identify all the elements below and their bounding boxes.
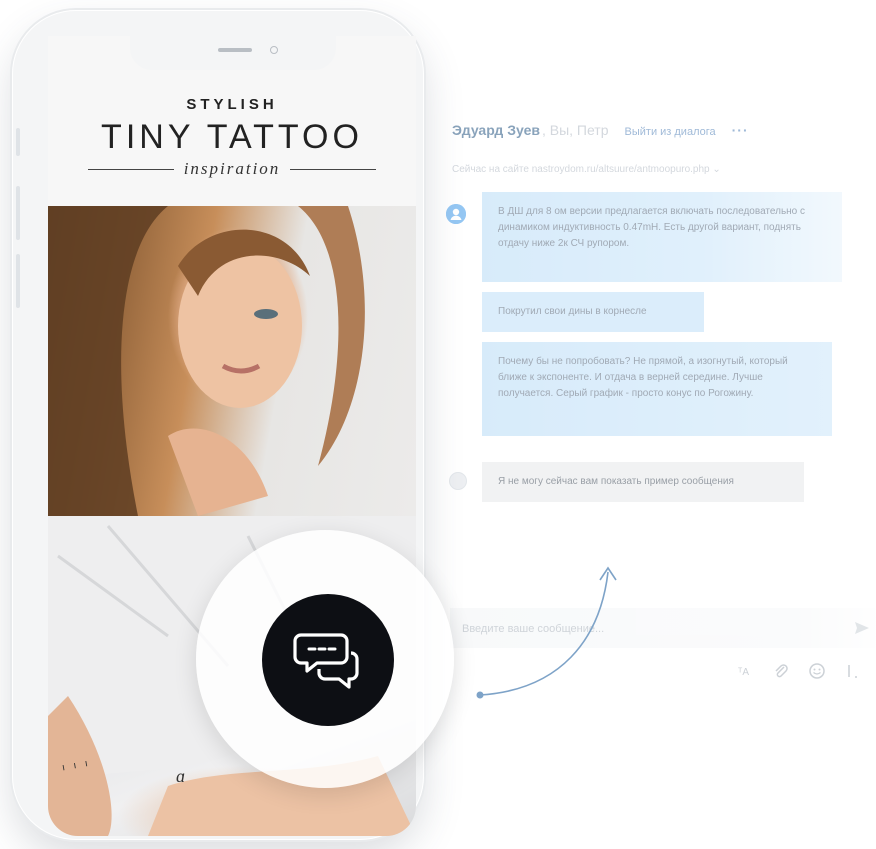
smile-icon[interactable] — [808, 662, 826, 680]
more-options-icon[interactable]: ··· — [732, 122, 749, 138]
brand-title: TINY TATTOO — [101, 118, 363, 156]
message-composer — [450, 608, 876, 650]
phone-side-button — [16, 128, 20, 156]
brand-subtitle: inspiration — [183, 159, 281, 178]
composer-toolbar: ᵀA — [736, 662, 862, 680]
divider — [88, 168, 174, 170]
user-icon — [446, 204, 466, 224]
chat-bubbles-icon — [293, 633, 359, 689]
paperclip-icon[interactable] — [772, 662, 790, 680]
phone-side-button — [16, 186, 20, 240]
send-icon[interactable] — [854, 620, 870, 636]
online-status: Сейчас на сайте nastroydom.ru/altsuure/a… — [452, 164, 721, 175]
message-bubble[interactable]: Покрутил свои дины в корнесле — [482, 292, 704, 332]
message-text: Почему бы не попробовать? Не прямой, а и… — [498, 356, 788, 399]
svg-text:ᵀA: ᵀA — [738, 667, 749, 678]
sender-avatar[interactable] — [446, 204, 466, 224]
phone-notch — [130, 36, 336, 70]
chat-participants: , Вы, Петр — [541, 122, 609, 138]
camera-lens — [270, 46, 278, 54]
chat-header: Эдуард Зуев , Вы, Петр Выйти из диалога … — [452, 122, 749, 138]
message-input[interactable] — [460, 608, 844, 650]
own-avatar[interactable] — [449, 472, 467, 490]
message-text: Я не могу сейчас вам показать пример соо… — [498, 476, 734, 487]
chat-launcher-button[interactable] — [262, 594, 394, 726]
message-text: Покрутил свои дины в корнесле — [498, 306, 647, 317]
brand-subtitle-row: inspiration — [88, 158, 376, 180]
message-text: В ДШ для 8 ом версии предлагается включа… — [498, 206, 806, 249]
speaker-grille — [218, 48, 252, 52]
phone-side-button — [16, 254, 20, 308]
microphone-icon[interactable] — [844, 662, 862, 680]
hip-tattoo: ɑ — [176, 766, 185, 786]
divider — [290, 168, 376, 170]
leave-dialog-link[interactable]: Выйти из диалога — [625, 126, 716, 138]
model-portrait-photo[interactable] — [48, 206, 416, 516]
brand-kicker: STYLISH — [186, 96, 278, 113]
message-bubble[interactable]: В ДШ для 8 ом версии предлагается включа… — [482, 192, 842, 282]
chat-contact-name[interactable]: Эдуард Зуев — [452, 122, 540, 138]
portrait-illustration — [48, 206, 365, 516]
translate-icon[interactable]: ᵀA — [736, 662, 754, 680]
chat-window: Эдуард Зуев , Вы, Петр Выйти из диалога … — [420, 100, 876, 720]
message-bubble[interactable]: Почему бы не попробовать? Не прямой, а и… — [482, 342, 832, 436]
message-bubble[interactable]: Я не могу сейчас вам показать пример соо… — [482, 462, 804, 502]
